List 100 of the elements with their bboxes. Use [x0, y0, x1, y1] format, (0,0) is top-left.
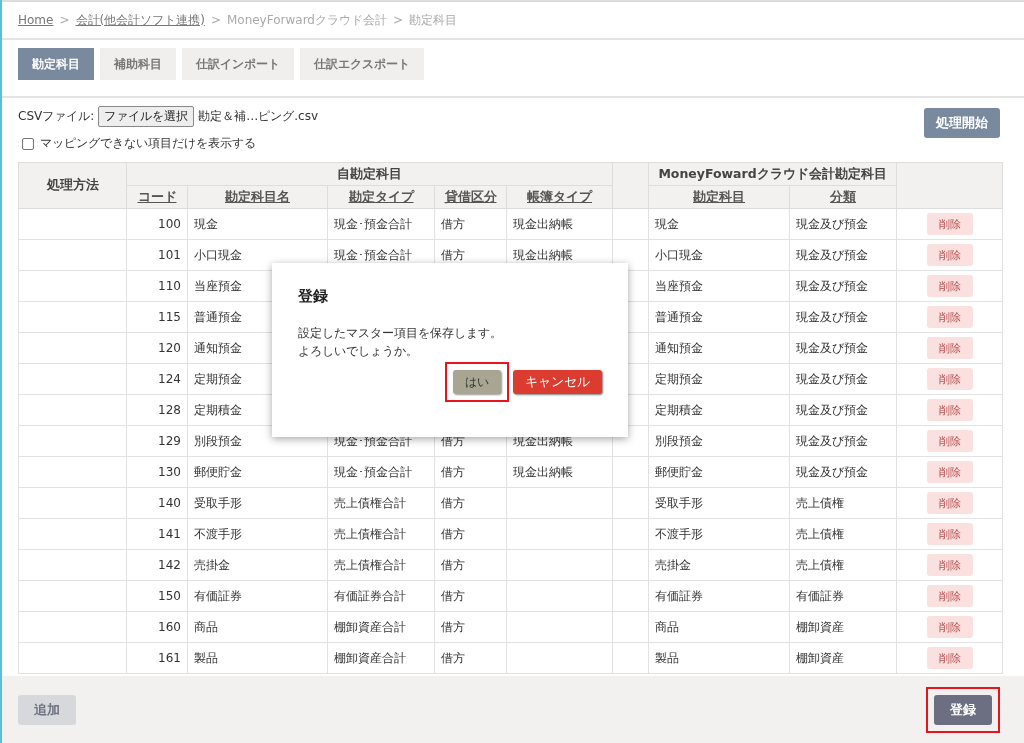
breadcrumb-text: MoneyForwardクラウド会計: [226, 11, 387, 29]
mf-category-cell: 売上債権: [789, 549, 897, 581]
delete-button[interactable]: 削除: [926, 399, 973, 421]
debit-credit-cell: 借方: [434, 456, 507, 488]
account-type-cell: 現金･預金合計: [327, 456, 435, 488]
mf-account-cell: 別段預金: [648, 425, 790, 457]
mf-account-cell: 現金: [648, 208, 790, 240]
mf-account-cell: 不渡手形: [648, 518, 790, 550]
ledger-type-cell: 現金出納帳: [506, 208, 613, 240]
mf-account-cell: 売掛金: [648, 549, 790, 581]
delete-button[interactable]: 削除: [926, 585, 973, 607]
tab[interactable]: 仕訳エクスポート: [300, 48, 424, 80]
code-cell: 101: [126, 239, 188, 271]
debit-credit-cell: 借方: [434, 549, 507, 581]
delete-button[interactable]: 削除: [926, 337, 973, 359]
mf-category-cell: 現金及び預金: [789, 363, 897, 395]
mf-account-cell: 普通預金: [648, 301, 790, 333]
code-cell: 140: [126, 487, 188, 519]
account-type-cell: 現金･預金合計: [327, 208, 435, 240]
tab[interactable]: 仕訳インポート: [182, 48, 294, 80]
code-cell: 142: [126, 549, 188, 581]
account-name-cell: 売掛金: [187, 549, 328, 581]
mf-category-cell: 現金及び預金: [789, 394, 897, 426]
mf-category-cell: 現金及び預金: [789, 301, 897, 333]
delete-button[interactable]: 削除: [926, 368, 973, 390]
mf-category-cell: 売上債権: [789, 487, 897, 519]
code-cell: 150: [126, 580, 188, 612]
mf-category-cell: 現金及び預金: [789, 239, 897, 271]
account-name-cell: 有価証券: [187, 580, 328, 612]
breadcrumb-text: 勘定科目: [409, 11, 458, 29]
mf-category-cell: 現金及び預金: [789, 425, 897, 457]
code-cell: 161: [126, 642, 188, 674]
account-type-cell: 棚卸資産合計: [327, 642, 435, 674]
mf-account-cell: 当座預金: [648, 270, 790, 302]
checkbox[interactable]: [22, 137, 34, 150]
account-type-cell: 棚卸資産合計: [327, 611, 435, 643]
delete-button[interactable]: 削除: [926, 306, 973, 328]
yes-button[interactable]: はい: [453, 370, 501, 394]
code-cell: 130: [126, 456, 188, 488]
delete-button[interactable]: 削除: [926, 213, 973, 235]
account-type-cell: 有価証券合計: [327, 580, 435, 612]
delete-button[interactable]: 削除: [926, 523, 973, 545]
delete-button[interactable]: 削除: [926, 647, 973, 669]
mf-account-cell: 有価証券: [648, 580, 790, 612]
code-cell: 128: [126, 394, 188, 426]
column-group-header: 自勘定科目: [337, 165, 402, 181]
cancel-button[interactable]: キャンセル: [513, 370, 602, 394]
delete-button[interactable]: 削除: [926, 275, 973, 297]
code-cell: 100: [126, 208, 188, 240]
breadcrumb-separator: >: [210, 13, 221, 27]
account-type-cell: 売上債権合計: [327, 549, 435, 581]
mf-account-cell: 郵便貯金: [648, 456, 790, 488]
tab[interactable]: 勘定科目: [18, 48, 94, 80]
tab[interactable]: 補助科目: [100, 48, 176, 80]
start-processing-button[interactable]: 処理開始: [924, 108, 1000, 138]
code-cell: 129: [126, 425, 188, 457]
debit-credit-cell: 借方: [434, 580, 507, 612]
debit-credit-cell: 借方: [434, 487, 507, 519]
account-name-cell: 商品: [187, 611, 328, 643]
mf-category-cell: 現金及び預金: [789, 332, 897, 364]
mf-account-cell: 通知預金: [648, 332, 790, 364]
account-type-cell: 売上債権合計: [327, 518, 435, 550]
mf-category-cell: 棚卸資産: [789, 611, 897, 643]
delete-button[interactable]: 削除: [926, 492, 973, 514]
account-type-cell: 売上債権合計: [327, 487, 435, 519]
delete-button[interactable]: 削除: [926, 244, 973, 266]
breadcrumb-separator: >: [393, 13, 404, 27]
account-name-cell: 製品: [187, 642, 328, 674]
checkbox-label: マッピングできない項目だけを表示する: [40, 135, 256, 152]
csv-file-label: CSVファイル:: [18, 108, 95, 125]
delete-button[interactable]: 削除: [926, 554, 973, 576]
register-button[interactable]: 登録: [934, 694, 992, 725]
delete-button[interactable]: 削除: [926, 461, 973, 483]
account-name-cell: 不渡手形: [187, 518, 328, 550]
breadcrumb-link[interactable]: 会計(他会計ソフト連携): [75, 11, 205, 29]
delete-button[interactable]: 削除: [926, 430, 973, 452]
code-cell: 124: [126, 363, 188, 395]
mf-account-cell: 定期預金: [648, 363, 790, 395]
sort-link[interactable]: 分類: [830, 188, 857, 204]
mf-account-cell: 受取手形: [648, 487, 790, 519]
code-cell: 115: [126, 301, 188, 333]
mf-category-cell: 現金及び預金: [789, 456, 897, 488]
breadcrumb-link[interactable]: Home: [18, 13, 54, 27]
column-group-header: MoneyFowardクラウド会計勘定科目: [658, 165, 887, 181]
delete-button[interactable]: 削除: [926, 616, 973, 638]
mf-account-cell: 定期積金: [648, 394, 790, 426]
mf-category-cell: 現金及び預金: [789, 270, 897, 302]
mf-category-cell: 有価証券: [789, 580, 897, 612]
debit-credit-cell: 借方: [434, 611, 507, 643]
file-name: 勘定＆補…ピング.csv: [198, 108, 318, 125]
mf-account-cell: 小口現金: [648, 239, 790, 271]
column-header: 処理方法: [46, 177, 99, 192]
debit-credit-cell: 借方: [434, 208, 507, 240]
mf-category-cell: 棚卸資産: [789, 642, 897, 674]
code-cell: 120: [126, 332, 188, 364]
account-name-cell: 受取手形: [187, 487, 328, 519]
code-cell: 160: [126, 611, 188, 643]
choose-file-button[interactable]: ファイルを選択: [98, 106, 195, 127]
account-name-cell: 郵便貯金: [187, 456, 328, 488]
debit-credit-cell: 借方: [434, 642, 507, 674]
